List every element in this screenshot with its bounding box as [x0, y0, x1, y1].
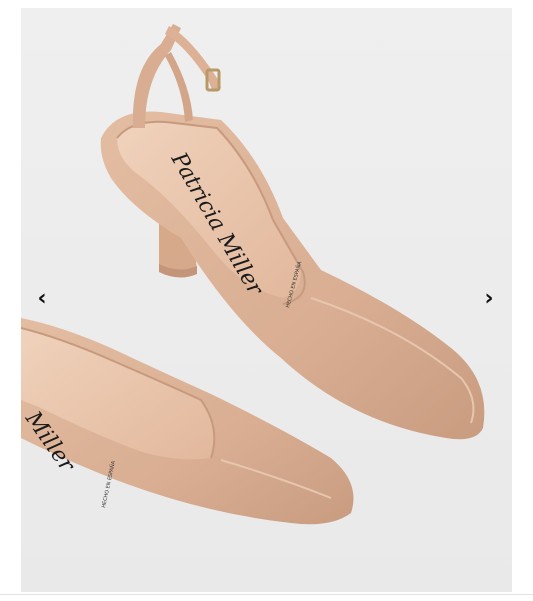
chevron-right-icon: › [484, 286, 494, 311]
product-image: Patricia Miller HECHO EN ESPAÑA Miller H… [21, 8, 512, 592]
chevron-left-icon: ‹ [37, 286, 47, 311]
next-image-button[interactable]: › [477, 286, 501, 312]
divider [0, 594, 533, 595]
shoe-photo: Patricia Miller HECHO EN ESPAÑA Miller H… [21, 8, 512, 592]
previous-image-button[interactable]: ‹ [30, 286, 54, 312]
